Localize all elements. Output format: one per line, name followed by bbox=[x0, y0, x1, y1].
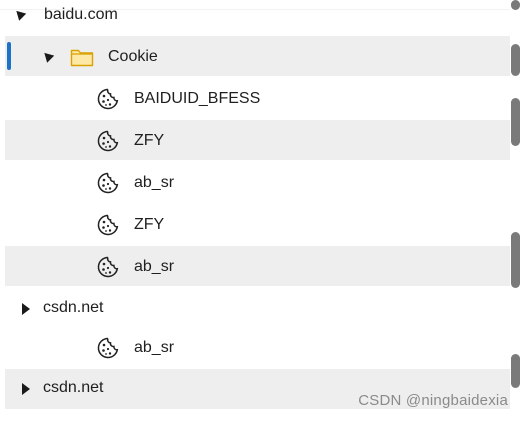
tree-item-label: ab_sr bbox=[134, 258, 175, 275]
tree-item-label: ZFY bbox=[134, 132, 165, 149]
tree-item-csdn-net[interactable]: csdn.net bbox=[0, 288, 510, 328]
cookie-icon bbox=[97, 256, 119, 278]
tree-item-label: ab_sr bbox=[134, 174, 175, 191]
tree-item-label: ZFY bbox=[134, 216, 165, 233]
collapse-arrow-icon[interactable] bbox=[22, 383, 30, 395]
cookie-icon bbox=[97, 88, 119, 110]
focus-indicator bbox=[7, 42, 11, 70]
tree-item-cookie[interactable]: BAIDUID_BFESS bbox=[0, 78, 510, 118]
scrollbar-segment[interactable] bbox=[511, 0, 520, 10]
tree-item-label: baidu.com bbox=[44, 6, 118, 23]
folder-icon bbox=[70, 49, 94, 67]
tree-item-baidu-com[interactable]: baidu.com bbox=[0, 0, 510, 34]
tree-item-label: csdn.net bbox=[43, 299, 104, 316]
expand-arrow-icon[interactable] bbox=[12, 7, 27, 21]
tree-item-cookie[interactable] bbox=[5, 246, 510, 286]
tree-item-label: BAIDUID_BFESS bbox=[134, 90, 261, 107]
cookie-icon bbox=[97, 130, 119, 152]
scrollbar-segment[interactable] bbox=[511, 354, 520, 388]
scrollbar-thumb[interactable] bbox=[511, 44, 520, 76]
tree-item-cookie[interactable]: ab_sr bbox=[0, 162, 510, 202]
tree-item-cookie[interactable]: ZFY bbox=[0, 204, 510, 244]
cookie-icon bbox=[97, 214, 119, 236]
cookie-icon bbox=[97, 337, 119, 359]
scrollbar-segment[interactable] bbox=[511, 232, 520, 288]
tree-item-cookie[interactable] bbox=[5, 120, 510, 160]
tree-item-label: csdn.net bbox=[43, 379, 104, 396]
tree-item-label: ab_sr bbox=[134, 339, 175, 356]
tree-item-cookie[interactable]: ab_sr bbox=[0, 328, 510, 368]
watermark: CSDN @ningbaidexia bbox=[358, 392, 508, 409]
cookie-icon bbox=[97, 172, 119, 194]
scrollbar-segment[interactable] bbox=[511, 98, 520, 146]
collapse-arrow-icon[interactable] bbox=[22, 303, 30, 315]
tree-item-label: Cookie bbox=[108, 48, 158, 65]
